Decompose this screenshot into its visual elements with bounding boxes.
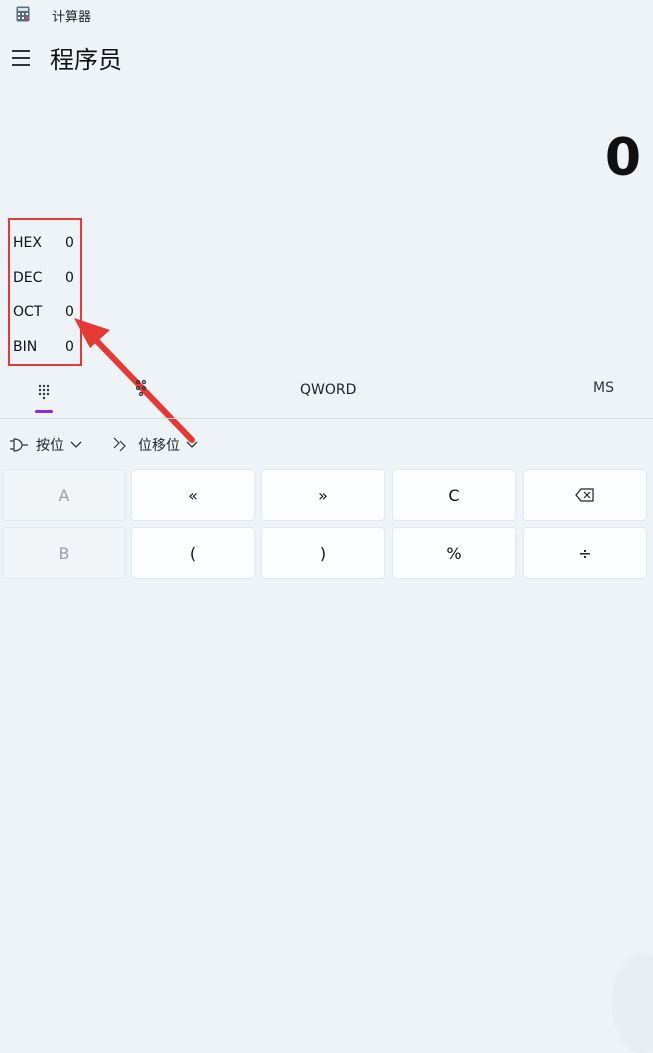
- key-right-shift[interactable]: »: [261, 469, 385, 521]
- scroll-edge: [612, 953, 653, 1053]
- chevron-down-icon: [70, 441, 82, 448]
- bitwise-label: 按位: [36, 438, 64, 454]
- key-clear[interactable]: C: [392, 469, 516, 521]
- radix-label: HEX: [13, 235, 42, 251]
- radix-label: DEC: [13, 270, 43, 286]
- key-open-paren[interactable]: (: [131, 527, 255, 579]
- mode-title: 程序员: [50, 46, 122, 74]
- bit-toggle-icon[interactable]: [130, 378, 152, 402]
- radix-value: 0: [65, 235, 74, 251]
- radix-label: BIN: [13, 339, 38, 355]
- key-a[interactable]: A: [2, 469, 126, 521]
- radix-value: 0: [65, 270, 74, 286]
- logic-gate-icon: [10, 438, 28, 452]
- result-display: 0: [604, 128, 641, 188]
- bitwise-dropdown[interactable]: 按位: [8, 433, 82, 457]
- word-size-button[interactable]: QWORD: [300, 382, 356, 398]
- hamburger-icon[interactable]: [12, 50, 34, 66]
- bitshift-dropdown[interactable]: 位移位: [112, 433, 198, 457]
- key-percent[interactable]: %: [392, 527, 516, 579]
- tab-active-indicator: [35, 410, 53, 413]
- tab-bar: QWORD MS: [0, 372, 653, 419]
- radix-label: OCT: [13, 304, 43, 320]
- memory-store-button[interactable]: MS: [593, 380, 614, 396]
- radix-value: 0: [65, 304, 74, 320]
- app-title: 计算器: [52, 10, 92, 25]
- radix-value: 0: [65, 339, 74, 355]
- calculator-icon: [16, 6, 30, 22]
- title-bar: 计算器: [0, 0, 653, 28]
- keypad: A « » C B ( ) % ÷: [0, 465, 653, 1053]
- bitshift-label: 位移位: [138, 438, 180, 454]
- chevron-down-icon: [186, 441, 198, 448]
- operator-bar: 按位 位移位: [0, 425, 653, 463]
- radix-panel: HEX 0 DEC 0 OCT 0 BIN 0: [8, 218, 82, 366]
- keypad-icon[interactable]: [30, 378, 58, 413]
- key-close-paren[interactable]: ): [261, 527, 385, 579]
- key-divide[interactable]: ÷: [523, 527, 647, 579]
- key-b[interactable]: B: [2, 527, 126, 579]
- backspace-button[interactable]: [523, 469, 647, 521]
- bitshift-icon: [113, 437, 126, 452]
- key-left-shift[interactable]: «: [131, 469, 255, 521]
- backspace-icon: [575, 488, 594, 502]
